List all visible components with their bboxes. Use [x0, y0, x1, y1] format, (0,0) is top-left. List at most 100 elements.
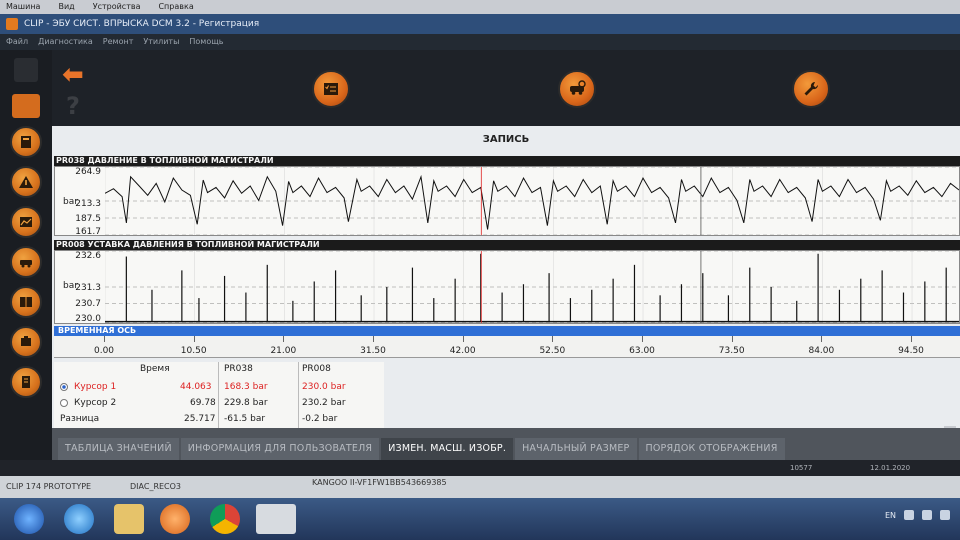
fuel-setpoint-chart[interactable] — [105, 251, 959, 323]
checklist-icon — [324, 83, 338, 95]
app-menu-item[interactable]: Диагностика — [38, 34, 93, 50]
system-tray: EN — [885, 510, 950, 520]
printer-icon[interactable] — [12, 94, 40, 118]
app-menu-item[interactable]: Помощь — [189, 34, 223, 50]
recording-panel: ЗАПИСЬ PR038 ДАВЛЕНИЕ В ТОПЛИВНОЙ МАГИСТ… — [52, 126, 960, 460]
app-menu-item[interactable]: Файл — [6, 34, 28, 50]
cursor-label: Курсор 2 — [74, 398, 117, 408]
page-title: ЗАПИСЬ — [482, 134, 530, 145]
host-menu-item[interactable]: Вид — [58, 0, 74, 14]
host-menu-item[interactable]: Устройства — [93, 0, 141, 14]
time-tick-mark — [821, 336, 823, 342]
col-header-pr008: PR008 — [302, 364, 331, 374]
left-rail — [0, 50, 52, 460]
vehicle-vin: KANGOO II-VF1FW1BB543669385 — [312, 478, 447, 487]
clip-app-icon[interactable] — [256, 504, 296, 534]
manual-icon[interactable] — [10, 366, 42, 398]
folder-icon[interactable] — [114, 504, 144, 534]
tab-display-order[interactable]: ПОРЯДОК ОТОБРАЖЕНИЯ — [638, 438, 785, 460]
help-icon[interactable]: ? — [66, 92, 80, 120]
info-strip: CLIP 174 PROTOTYPE DIAC_RECO3 KANGOO II-… — [0, 476, 960, 498]
host-menu-item[interactable]: Справка — [158, 0, 193, 14]
tab-values-table[interactable]: ТАБЛИЦА ЗНАЧЕНИЙ — [58, 438, 179, 460]
chart2-y-tick: 232.6 — [75, 251, 101, 261]
time-tick-label: 84.00 — [808, 346, 835, 356]
ie-icon[interactable] — [64, 504, 94, 534]
app-menu-item[interactable]: Утилиты — [143, 34, 179, 50]
time-tick-mark — [283, 336, 285, 342]
table-row[interactable]: Курсор 1 44.063 168.3 bar 230.0 bar — [54, 380, 384, 396]
col-header-time: Время — [140, 364, 170, 374]
chart2-y-tick: 230.0 — [75, 314, 101, 324]
cursor-time: 44.063 — [180, 382, 212, 392]
checklist-button[interactable] — [312, 70, 350, 108]
pr038-series-line — [105, 174, 959, 230]
engine-icon[interactable] — [10, 326, 42, 358]
chart-icon[interactable] — [10, 206, 42, 238]
repair-button[interactable] — [792, 70, 830, 108]
tab-initial-size[interactable]: НАЧАЛЬНЫЙ РАЗМЕР — [515, 438, 637, 460]
wrench-icon — [804, 81, 819, 96]
chart1-y-tick: 187.5 — [75, 214, 101, 224]
time-axis: 0.00 10.50 21.00 31.50 42.00 52.50 63.00 73.50 8… — [54, 336, 960, 358]
vehicle-diag-button[interactable] — [558, 70, 596, 108]
diff-time: 25.717 — [184, 414, 216, 424]
vehicle-icon[interactable] — [10, 246, 42, 278]
book-icon[interactable] — [10, 286, 42, 318]
time-axis-bar[interactable]: ВРЕМЕННАЯ ОСЬ — [54, 326, 960, 336]
app-menu-bar: Файл Диагностика Ремонт Утилиты Помощь — [0, 34, 960, 50]
window-title-bar: CLIP - ЭБУ СИСТ. ВПРЫСКА DCM 3.2 - Регис… — [0, 14, 960, 34]
tab-change-scale[interactable]: ИЗМЕН. МАСШ. ИЗОБР. — [381, 438, 514, 460]
chrome-icon[interactable] — [210, 504, 240, 534]
table-row[interactable]: Курсор 2 69.78 229.8 bar 230.2 bar — [54, 396, 384, 412]
time-tick-label: 31.50 — [360, 346, 386, 356]
reco-name: DIAC_RECO3 — [130, 482, 182, 491]
time-tick-mark — [731, 336, 733, 342]
table-row: Разница 25.717 -61.5 bar -0.2 bar — [54, 412, 384, 428]
diff-pr008: -0.2 bar — [302, 414, 338, 424]
windows-start-icon[interactable] — [14, 504, 44, 534]
tab-user-info[interactable]: ИНФОРМАЦИЯ ДЛЯ ПОЛЬЗОВАТЕЛЯ — [180, 438, 380, 460]
cursor-pr008: 230.0 bar — [302, 382, 346, 392]
cursor-label: Курсор 1 — [74, 382, 117, 392]
cursor2-radio[interactable] — [60, 399, 68, 407]
cursor-pr008: 230.2 bar — [302, 398, 346, 408]
windows-taskbar: EN — [0, 498, 960, 540]
network-icon[interactable] — [904, 510, 914, 520]
chart2-panel[interactable]: 232.6 bar 231.3 230.7 230.0 — [54, 250, 960, 324]
clip-app-icon — [6, 18, 18, 30]
language-indicator[interactable]: EN — [885, 511, 896, 520]
host-menu-item[interactable]: Машина — [6, 0, 40, 14]
battery-icon[interactable] — [940, 510, 950, 520]
diff-pr038: -61.5 bar — [224, 414, 266, 424]
col-header-pr038: PR038 — [224, 364, 253, 374]
cursor-pr038: 229.8 bar — [224, 398, 268, 408]
chart2-y-tick: 231.3 — [75, 283, 101, 293]
top-toolbar: ⬅ ? — [52, 50, 960, 126]
media-player-icon[interactable] — [160, 504, 190, 534]
back-arrow-icon[interactable]: ⬅ — [62, 60, 84, 90]
time-tick-mark — [193, 336, 195, 342]
time-tick-label: 21.00 — [270, 346, 297, 356]
volume-icon[interactable] — [922, 510, 932, 520]
app-menu-item[interactable]: Ремонт — [103, 34, 134, 50]
time-tick-label: 94.50 — [898, 346, 924, 356]
time-tick-label: 52.50 — [539, 346, 566, 356]
home-icon[interactable] — [14, 58, 38, 82]
chart1-y-tick: 264.9 — [75, 167, 101, 177]
cursor1-radio[interactable] — [60, 383, 68, 391]
time-tick-mark — [462, 336, 464, 342]
time-tick-mark — [104, 336, 105, 342]
status-date: 12.01.2020 — [870, 464, 911, 472]
calculator-icon[interactable] — [10, 126, 42, 158]
window-title: CLIP - ЭБУ СИСТ. ВПРЫСКА DCM 3.2 - Регис… — [24, 19, 260, 29]
fuel-pressure-chart[interactable] — [105, 167, 959, 235]
chart2-header: PR008 УСТАВКА ДАВЛЕНИЯ В ТОПЛИВНОЙ МАГИС… — [54, 240, 960, 250]
warning-icon[interactable] — [10, 166, 42, 198]
time-tick-label: 10.50 — [180, 346, 207, 356]
chart1-header: PR038 ДАВЛЕНИЕ В ТОПЛИВНОЙ МАГИСТРАЛИ — [54, 156, 960, 166]
chart1-y-tick: 213.3 — [75, 199, 101, 209]
chart1-panel[interactable]: 264.9 bar 213.3 187.5 161.7 — [54, 166, 960, 237]
time-tick-mark — [373, 336, 374, 342]
time-tick-label: 42.00 — [449, 346, 476, 356]
